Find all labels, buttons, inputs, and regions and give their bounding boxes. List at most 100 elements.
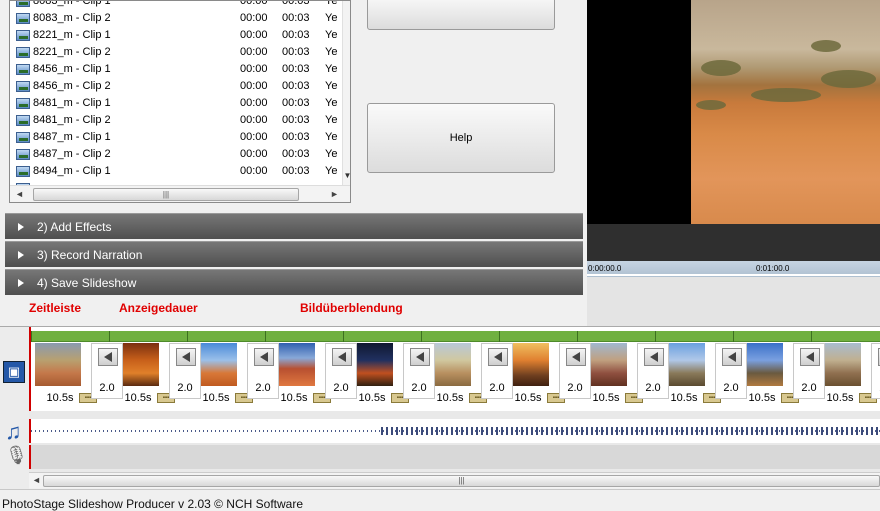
slide-track[interactable]: 10.5s ▪▪▪ 10.5s ▪▪▪ 10.5s ▪▪▪ 10.5s ▪▪▪ 10.5s ▪▪▪… xyxy=(29,327,880,411)
clip-name: 8481_m - Clip 2 xyxy=(33,114,111,126)
scrollbar-thumb[interactable]: ||| xyxy=(43,475,880,487)
clip-start: 00:00 xyxy=(240,29,268,41)
clip-extra: Ye xyxy=(325,148,338,160)
preview-controls-area xyxy=(587,224,880,261)
list-item[interactable]: 8221_m - Clip 1 00:00 00:03 Ye xyxy=(10,27,340,44)
strip-divider xyxy=(343,331,344,342)
clip-list-vertical-scrollbar[interactable]: ▼ xyxy=(342,1,350,185)
strip-divider xyxy=(733,331,734,342)
image-file-icon xyxy=(16,13,30,24)
transition-duration: 2.0 xyxy=(411,382,427,394)
audio-waveform-loud xyxy=(381,427,880,435)
clip-extra: Ye xyxy=(325,0,338,7)
timeline-transition[interactable]: 2.0 xyxy=(793,343,825,399)
list-item[interactable]: 8083_m - Clip 1 00:00 00:03 Ye xyxy=(10,0,340,10)
audio-track[interactable] xyxy=(29,419,880,443)
slide-thumbnail xyxy=(35,343,81,386)
list-item[interactable]: 8481_m - Clip 1 00:00 00:03 Ye xyxy=(10,95,340,112)
transition-duration: 2.0 xyxy=(255,382,271,394)
strip-divider xyxy=(421,331,422,342)
film-strip-icon: ▣ xyxy=(3,361,25,383)
clip-start: 00:00 xyxy=(240,0,268,7)
clip-name: 8487_m - Clip 2 xyxy=(33,148,111,160)
clip-start: 00:00 xyxy=(240,131,268,143)
timeline-transition[interactable]: 2.0 xyxy=(871,343,880,399)
transition-duration: 2.0 xyxy=(489,382,505,394)
list-item[interactable]: 8221_m - Clip 2 00:00 00:03 Ye xyxy=(10,44,340,61)
step-record-narration[interactable]: 3) Record Narration xyxy=(5,241,583,267)
list-item[interactable]: 8083_m - Clip 2 00:00 00:03 Ye xyxy=(10,10,340,27)
clip-start: 00:00 xyxy=(240,97,268,109)
clip-name: 8083_m - Clip 1 xyxy=(33,0,111,7)
help-button[interactable]: Help xyxy=(367,103,555,173)
list-item[interactable]: 8487_m - Clip 1 00:00 00:03 Ye xyxy=(10,129,340,146)
preview-image xyxy=(691,0,880,224)
timeline-transition[interactable]: 2.0 xyxy=(559,343,591,399)
timeline-transition[interactable]: 2.0 xyxy=(715,343,747,399)
strip-divider xyxy=(577,331,578,342)
clip-length: 00:03 xyxy=(282,97,310,109)
scroll-right-icon[interactable]: ► xyxy=(330,189,339,199)
strip-divider xyxy=(499,331,500,342)
clip-list-horizontal-scrollbar[interactable]: ◄ ||| ► xyxy=(10,185,350,202)
step-add-effects[interactable]: 2) Add Effects xyxy=(5,213,583,239)
timeline-transition[interactable]: 2.0 xyxy=(637,343,669,399)
timeline-slide[interactable]: 10.5s ▪▪▪ xyxy=(35,343,97,405)
timeline-horizontal-scrollbar[interactable]: ◄ ||| xyxy=(29,472,880,488)
transition-duration: 2.0 xyxy=(645,382,661,394)
step-label: 4) Save Slideshow xyxy=(37,276,137,290)
image-file-icon xyxy=(16,1,30,7)
image-file-icon xyxy=(16,47,30,58)
list-item[interactable]: 8487_m - Clip 2 00:00 00:03 Ye xyxy=(10,146,340,163)
clip-start: 00:00 xyxy=(240,46,268,58)
transition-icon xyxy=(644,348,664,366)
transition-icon xyxy=(332,348,352,366)
timeline-transition[interactable]: 2.0 xyxy=(481,343,513,399)
transition-icon xyxy=(254,348,274,366)
clip-name: 8487_m - Clip 1 xyxy=(33,131,111,143)
scroll-left-icon[interactable]: ◄ xyxy=(15,189,24,199)
list-item[interactable]: 8494_m - Clip 1 00:00 00:03 Ye xyxy=(10,163,340,180)
clip-length: 00:03 xyxy=(282,12,310,24)
clip-name: 8083_m - Clip 2 xyxy=(33,12,111,24)
preview-pane: 0:00:00.0 0:01:00.0 xyxy=(587,0,880,326)
clip-extra: Ye xyxy=(325,165,338,177)
clip-extra: Ye xyxy=(325,12,338,24)
timeline-transition[interactable]: 2.0 xyxy=(169,343,201,399)
timeline-transition[interactable]: 2.0 xyxy=(91,343,123,399)
strip-divider xyxy=(655,331,656,342)
timeline-transition[interactable]: 2.0 xyxy=(403,343,435,399)
top-button[interactable] xyxy=(367,0,555,30)
image-file-icon xyxy=(16,149,30,160)
preview-screen xyxy=(587,0,880,261)
clip-list[interactable]: 8083_m - Clip 1 00:00 00:03 Ye 8083_m - Clip… xyxy=(9,0,351,203)
image-file-icon xyxy=(16,132,30,143)
annotation-transition: Bildüberblendung xyxy=(300,301,403,315)
strip-divider xyxy=(811,331,812,342)
step-save-slideshow[interactable]: 4) Save Slideshow xyxy=(5,269,583,295)
clip-length: 00:03 xyxy=(282,80,310,92)
image-file-icon xyxy=(16,30,30,41)
list-item[interactable]: 8456_m - Clip 1 00:00 00:03 Ye xyxy=(10,61,340,78)
list-item[interactable]: 8456_m - Clip 2 00:00 00:03 Ye xyxy=(10,78,340,95)
scrollbar-thumb[interactable]: ||| xyxy=(33,188,299,201)
narration-track[interactable] xyxy=(29,445,880,469)
clip-extra: Ye xyxy=(325,80,338,92)
timeline-transition[interactable]: 2.0 xyxy=(325,343,357,399)
clip-name: 8221_m - Clip 1 xyxy=(33,29,111,41)
scroll-left-icon[interactable]: ◄ xyxy=(32,475,41,485)
timeline-strip xyxy=(31,331,880,342)
clip-length: 00:03 xyxy=(282,165,310,177)
clip-length: 00:03 xyxy=(282,131,310,143)
strip-divider xyxy=(31,331,32,342)
list-item[interactable]: 8481_m - Clip 2 00:00 00:03 Ye xyxy=(10,112,340,129)
scroll-down-icon[interactable]: ▼ xyxy=(343,171,350,180)
strip-divider xyxy=(109,331,110,342)
timeline-transition[interactable]: 2.0 xyxy=(247,343,279,399)
transition-icon xyxy=(488,348,508,366)
track-icons: ▣ ♫ 🎙 xyxy=(0,327,29,489)
preview-time-ruler[interactable]: 0:00:00.0 0:01:00.0 xyxy=(587,261,880,277)
clip-extra: Ye xyxy=(325,46,338,58)
step-label: 3) Record Narration xyxy=(37,248,143,262)
transition-duration: 2.0 xyxy=(567,382,583,394)
